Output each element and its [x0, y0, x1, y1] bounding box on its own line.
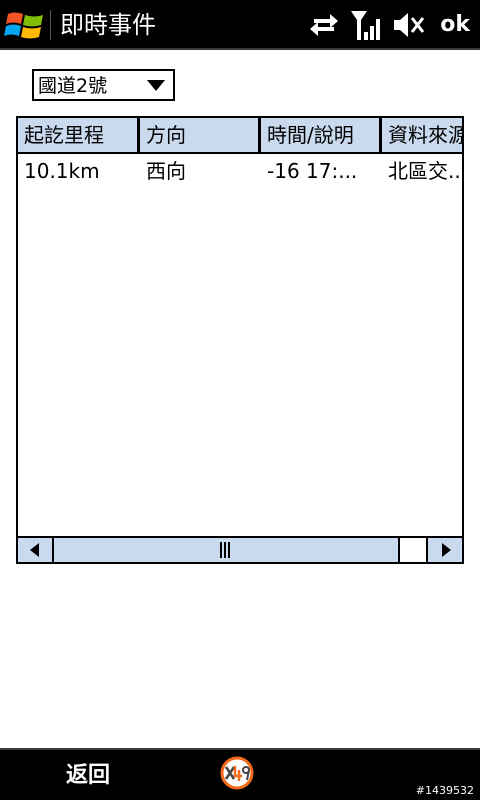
windows-flag-icon[interactable] [4, 8, 46, 42]
table-header: 起訖里程 方向 時間/說明 資料來源 [18, 118, 462, 154]
scroll-right-button[interactable] [426, 538, 462, 562]
signal-strength-icon[interactable] [350, 8, 384, 42]
cell-mileage: 10.1km [24, 159, 100, 183]
incident-table[interactable]: 起訖里程 方向 時間/說明 資料來源 10.1km 西向 -16 17:... … [16, 116, 464, 564]
dropdown-arrow-icon [147, 80, 165, 91]
back-softkey[interactable]: 返回 [66, 760, 110, 792]
scroll-thumb[interactable] [398, 538, 426, 562]
ok-button[interactable]: ok [440, 8, 470, 42]
cell-source: 北區交... [388, 159, 462, 183]
arrow-right-icon [442, 543, 451, 557]
scroll-grip-icon [220, 542, 230, 558]
column-header-direction[interactable]: 方向 [140, 118, 261, 152]
column-header-time[interactable]: 時間/說明 [261, 118, 382, 152]
screen: 即時事件 ok 國道2號 起訖里程 方向 時間/說明 資料來源 10.1km 西… [0, 0, 480, 800]
speaker-muted-icon[interactable] [392, 10, 426, 40]
route-dropdown[interactable]: 國道2號 [32, 69, 175, 101]
title-separator [50, 10, 51, 40]
title-bar: 即時事件 ok [0, 0, 480, 50]
column-header-source[interactable]: 資料來源 [382, 118, 462, 152]
page-title: 即時事件 [60, 11, 156, 39]
data-connection-arrows-icon[interactable] [308, 10, 340, 40]
cell-direction: 西向 [146, 159, 186, 183]
horizontal-scrollbar[interactable] [18, 536, 462, 562]
cell-time: -16 17:... [267, 159, 358, 183]
arrow-left-icon [30, 543, 39, 557]
scroll-left-button[interactable] [18, 538, 54, 562]
route-dropdown-value: 國道2號 [38, 75, 108, 97]
column-header-mileage[interactable]: 起訖里程 [18, 118, 140, 152]
watermark-text: #1439532 [415, 784, 474, 797]
scroll-track[interactable] [54, 538, 398, 562]
softkey-bar: 返回 #1439532 [0, 748, 480, 800]
table-row[interactable]: 10.1km 西向 -16 17:... 北區交... [18, 154, 462, 188]
x49-logo-icon[interactable] [220, 756, 254, 790]
